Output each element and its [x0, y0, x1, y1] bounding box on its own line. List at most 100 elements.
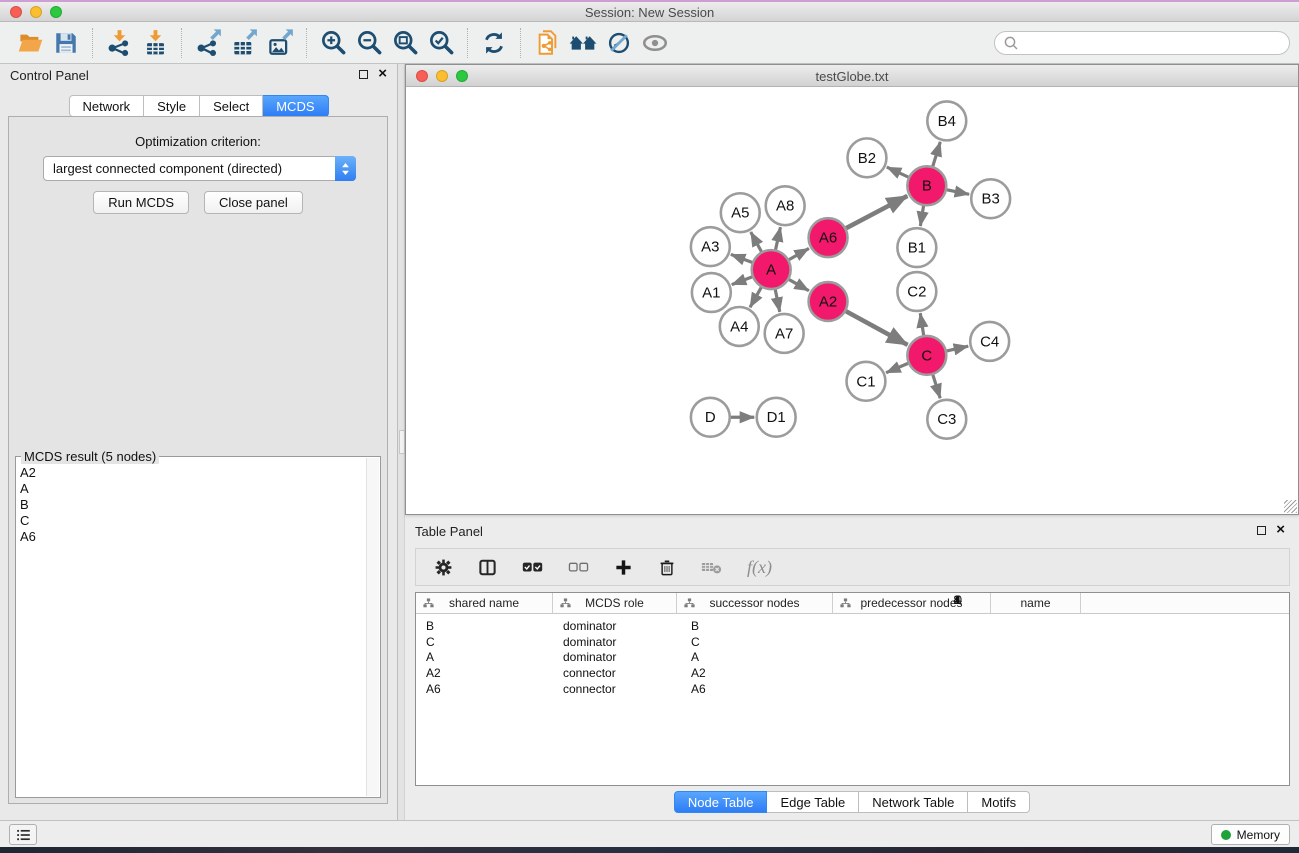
tab-motifs[interactable]: Motifs — [968, 791, 1030, 813]
show-details-button[interactable] — [637, 25, 673, 61]
show-panels-button[interactable] — [9, 824, 37, 845]
optimization-criterion-dropdown[interactable]: largest connected component (directed) — [43, 156, 356, 181]
deselect-all-button[interactable] — [568, 560, 589, 575]
tab-select[interactable]: Select — [200, 95, 263, 117]
edge-A-A6[interactable] — [789, 248, 809, 259]
node-A4[interactable]: A4 — [720, 307, 759, 346]
zoom-fit-button[interactable] — [387, 25, 423, 61]
refresh-button[interactable] — [476, 25, 512, 61]
edge-A-A5[interactable] — [751, 232, 762, 252]
column-header-name[interactable]: name — [991, 593, 1081, 613]
delete-table-button[interactable] — [701, 559, 722, 575]
result-scrollbar[interactable] — [366, 458, 379, 796]
node-A[interactable]: A — [752, 250, 791, 289]
settings-button[interactable] — [434, 558, 453, 577]
node-A1[interactable]: A1 — [692, 273, 731, 312]
select-all-button[interactable] — [522, 560, 543, 575]
result-list-item[interactable]: A — [20, 481, 365, 497]
close-panel-icon[interactable]: × — [378, 68, 387, 80]
edge-A-A1[interactable] — [732, 277, 752, 285]
network-file-button[interactable] — [529, 25, 565, 61]
open-file-button[interactable] — [12, 25, 48, 61]
columns-button[interactable] — [478, 558, 497, 577]
edge-C-C3[interactable] — [933, 375, 940, 398]
close-panel-button[interactable]: Close panel — [204, 191, 303, 214]
import-table-button[interactable] — [137, 25, 173, 61]
edge-B-B2[interactable] — [887, 167, 908, 177]
hide-details-button[interactable] — [601, 25, 637, 61]
result-list-item[interactable]: B — [20, 497, 365, 513]
column-header-shared-name[interactable]: shared name — [416, 593, 553, 613]
edge-C-C1[interactable] — [886, 363, 908, 372]
cell-shared-name: A6 — [416, 682, 553, 696]
edge-C-C2[interactable] — [920, 313, 923, 335]
edge-A-A8[interactable] — [776, 227, 781, 249]
edge-A6-B[interactable] — [846, 196, 907, 228]
node-D[interactable]: D — [691, 398, 730, 437]
node-C3[interactable]: C3 — [927, 400, 966, 439]
edge-A-A3[interactable] — [731, 254, 752, 262]
export-table-button[interactable] — [226, 25, 262, 61]
edge-A-A4[interactable] — [750, 287, 761, 307]
edge-A2-C[interactable] — [846, 311, 908, 345]
edge-A-A7[interactable] — [775, 290, 779, 312]
result-list-item[interactable]: A6 — [20, 529, 365, 545]
zoom-in-button[interactable] — [315, 25, 351, 61]
node-D1[interactable]: D1 — [757, 398, 796, 437]
result-list-item[interactable]: A2 — [20, 465, 365, 481]
node-C4[interactable]: C4 — [970, 322, 1009, 361]
add-button[interactable] — [614, 558, 633, 577]
node-A7[interactable]: A7 — [765, 314, 804, 353]
node-C[interactable]: C — [907, 336, 946, 375]
edge-B-B1[interactable] — [920, 206, 923, 226]
network-canvas[interactable]: A A1 A2 A3 A4 A5 A6 A7 A8 B B1 B2 B3B4 C C1 C2 C3C4 D D1 — [406, 87, 1298, 514]
export-image-button[interactable] — [262, 25, 298, 61]
tab-style[interactable]: Style — [144, 95, 200, 117]
edge-B-B4[interactable] — [933, 142, 940, 166]
tab-edge-table[interactable]: Edge Table — [767, 791, 859, 813]
save-session-button[interactable] — [48, 25, 84, 61]
node-C2[interactable]: C2 — [897, 272, 936, 311]
column-header-mcds-role[interactable]: MCDS role — [553, 593, 677, 613]
memory-button[interactable]: Memory — [1211, 824, 1290, 845]
export-network-button[interactable] — [190, 25, 226, 61]
network-window-titlebar[interactable]: testGlobe.txt — [406, 65, 1298, 87]
tab-node-table[interactable]: Node Table — [674, 791, 768, 813]
table-row[interactable]: A6connector11A6 — [416, 681, 1289, 697]
close-table-panel-icon[interactable]: × — [1276, 524, 1285, 536]
node-A6[interactable]: A6 — [809, 218, 848, 257]
node-C1[interactable]: C1 — [847, 362, 886, 401]
node-B[interactable]: B — [907, 166, 946, 205]
zoom-selected-button[interactable] — [423, 25, 459, 61]
tab-mcds[interactable]: MCDS — [263, 95, 328, 117]
node-A5[interactable]: A5 — [721, 193, 760, 232]
node-A2[interactable]: A2 — [809, 282, 848, 321]
node-A3[interactable]: A3 — [691, 227, 730, 266]
edge-A-A2[interactable] — [789, 280, 809, 291]
cell-mcds-role: connector — [553, 682, 677, 696]
node-B3[interactable]: B3 — [971, 179, 1010, 218]
import-network-button[interactable] — [101, 25, 137, 61]
node-B1[interactable]: B1 — [897, 228, 936, 267]
node-A8[interactable]: A8 — [766, 186, 805, 225]
tab-network[interactable]: Network — [68, 95, 144, 117]
resize-grip[interactable] — [1284, 500, 1297, 513]
result-list-item[interactable]: C — [20, 513, 365, 529]
zoom-out-icon — [356, 29, 383, 56]
column-header-successor-nodes[interactable]: successor nodes — [677, 593, 833, 613]
search-field[interactable] — [994, 31, 1290, 55]
float-panel-button[interactable] — [359, 70, 368, 79]
float-table-panel-button[interactable] — [1257, 526, 1266, 535]
tab-network-table[interactable]: Network Table — [859, 791, 968, 813]
node-B4[interactable]: B4 — [927, 101, 966, 140]
edge-B-B3[interactable] — [947, 190, 969, 194]
home-button[interactable] — [565, 25, 601, 61]
delete-button[interactable] — [658, 558, 676, 577]
run-mcds-button[interactable]: Run MCDS — [93, 191, 189, 214]
edge-C-C4[interactable] — [947, 346, 968, 351]
panel-splitter[interactable] — [397, 64, 405, 820]
function-builder-icon[interactable]: f(x) — [747, 557, 772, 578]
zoom-out-button[interactable] — [351, 25, 387, 61]
node-B2[interactable]: B2 — [848, 138, 887, 177]
search-input[interactable] — [1023, 34, 1281, 51]
